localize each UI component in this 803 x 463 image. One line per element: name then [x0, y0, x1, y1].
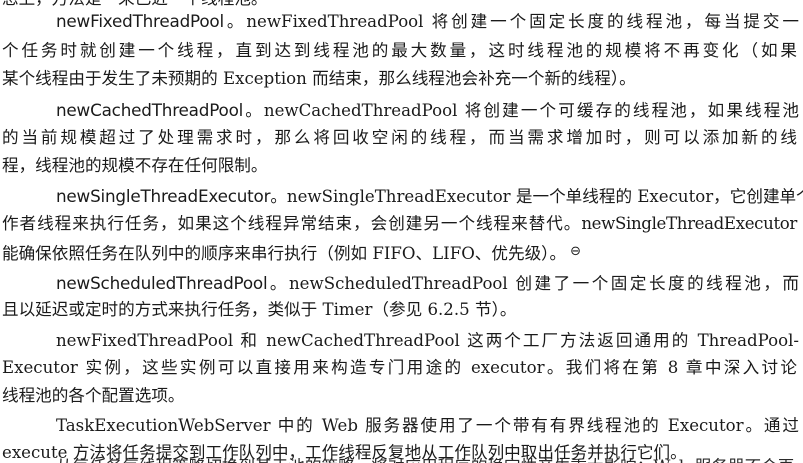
paragraph-fixed-text-1: 。newFixedThreadPool 将创建一个固定长度的线程池，每当提交一: [223, 12, 799, 31]
paragraph-cached-line-2: 的当前规模超过了处理需求时，那么将回收空闲的线程，而当需求增加时，则可以添加新的…: [2, 128, 797, 147]
book-page: 您上，万法是一采已近一个线程池。 newFixedThreadPool。newF…: [0, 0, 803, 463]
term-newSingleThreadExecutor: newSingleThreadExecutor: [56, 186, 271, 206]
paragraph-cached-text-1: 。newCachedThreadPool 将创建一个可缓存的线程池，如果线程池: [243, 101, 799, 120]
paragraph-single-text-1: 。newSingleThreadExecutor 是一个单线程的 Executo…: [270, 187, 803, 206]
paragraph-cached-line-3: 程，线程池的规模不存在任何限制。: [2, 156, 268, 175]
term-newScheduledThreadPool: newScheduledThreadPool: [56, 273, 268, 293]
paragraph-scheduled-line-2: 且以延迟或定时的方式来执行任务，类似于 Timer（参见 6.2.5 节）。: [2, 300, 517, 319]
paragraph-single-line-3: 能确保依照任务在队列中的顺序来串行执行（例如 FIFO、LIFO、优先级）。 ⊖: [0, 239, 797, 265]
footnote-marker[interactable]: ⊖: [570, 244, 581, 259]
paragraph-fixed-line-1: newFixedThreadPool。newFixedThreadPool 将创…: [0, 8, 799, 34]
paragraph-single-text-3: 能确保依照任务在队列中的顺序来串行执行（例如 FIFO、LIFO、优先级）。: [2, 244, 567, 263]
paragraph-single-line-2: 作者线程来执行任务，如果这个线程异常结束，会创建另一个线程来替代。newSing…: [2, 214, 797, 233]
paragraph-scheduled-text-1: 。newScheduledThreadPool 创建了一个固定长度的线程池，而: [267, 274, 799, 293]
paragraph-factory-line-2: Executor 实例，这些实例可以直接用来构造专门用途的 executor。我…: [2, 358, 797, 377]
paragraph-factory-line-1: newFixedThreadPool 和 newCachedThreadPool…: [56, 331, 799, 350]
paragraph-fixed-line-3: 某个线程由于发生了未预期的 Exception 而结束，那么线程池会补充一个新的…: [2, 69, 636, 88]
clipped-bottom-line: 从每任务每线程策略切换到基于池的策略，将对应用程序的稳定性产生重大影响：Web …: [0, 454, 799, 463]
paragraph-webserver-line-1: TaskExecutionWebServer 中的 Web 服务器使用了一个带有…: [56, 416, 799, 435]
paragraph-factory-line-3: 线程池的各个配置选项。: [2, 386, 185, 405]
paragraph-scheduled-line-1: newScheduledThreadPool。newScheduledThrea…: [0, 270, 799, 296]
paragraph-single-line-1: newSingleThreadExecutor。newSingleThreadE…: [0, 183, 803, 209]
term-newCachedThreadPool: newCachedThreadPool: [56, 100, 244, 120]
term-newFixedThreadPool: newFixedThreadPool: [56, 11, 224, 31]
paragraph-cached-line-1: newCachedThreadPool。newCachedThreadPool …: [0, 97, 799, 123]
paragraph-fixed-line-2: 个任务时就创建一个线程，直到达到线程池的最大数量，这时线程池的规模将不再变化（如…: [2, 41, 797, 60]
